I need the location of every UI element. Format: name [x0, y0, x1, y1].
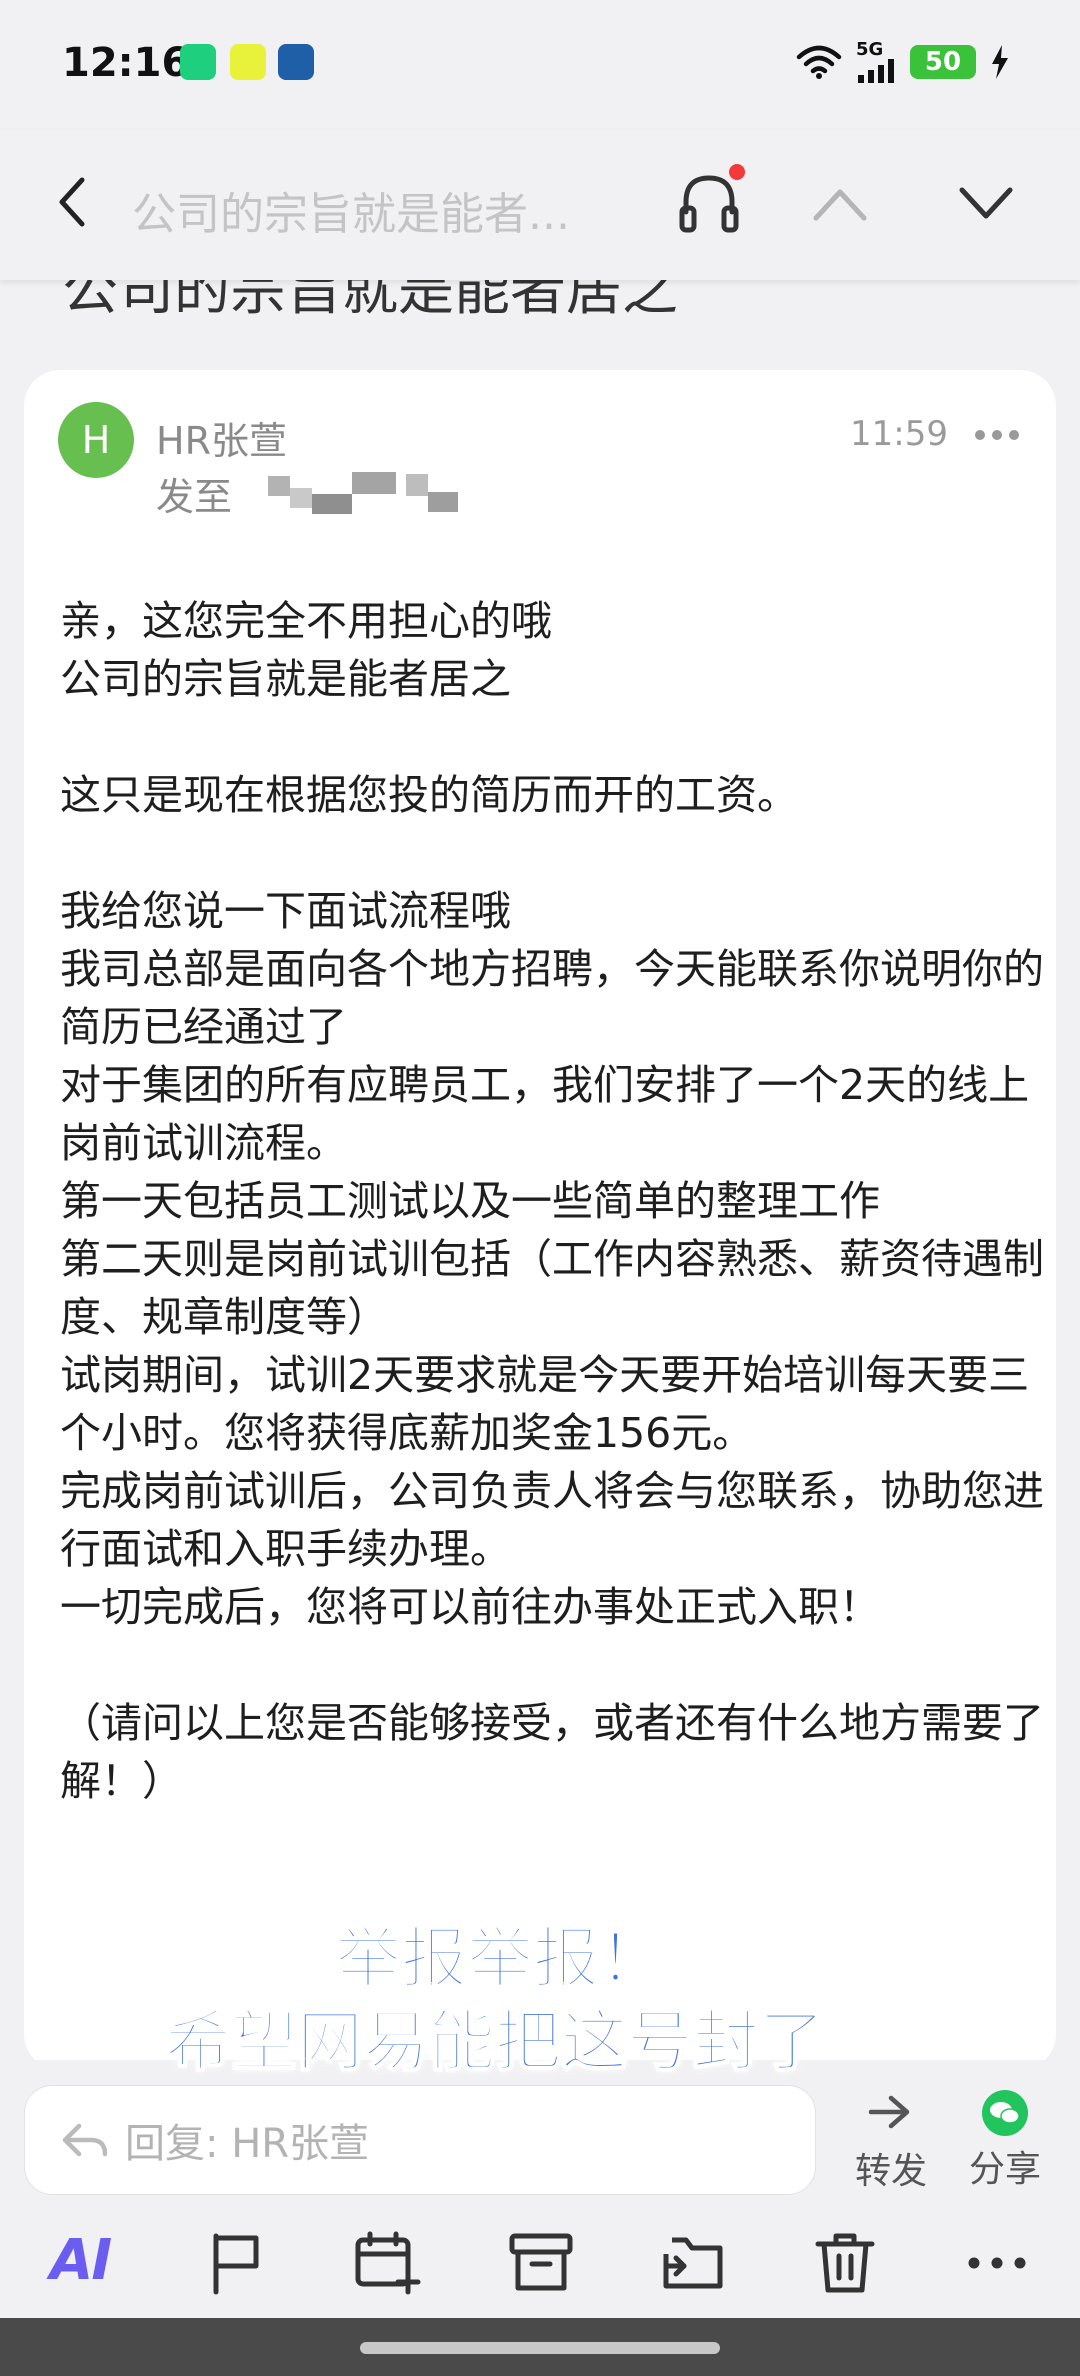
- redacted-recipient: [268, 470, 468, 514]
- calendar-add-icon[interactable]: [352, 2228, 422, 2298]
- archive-icon[interactable]: [506, 2228, 576, 2298]
- nav-title: 公司的宗旨就是能者...: [132, 189, 570, 240]
- body-paragraph: 第二天则是岗前试训包括（工作内容熟悉、薪资待遇制度、规章制度等）: [60, 1235, 1044, 1341]
- status-indicators: 5G 50: [796, 40, 1010, 84]
- cellular-indicator: 5G: [856, 41, 896, 83]
- reply-placeholder: 回复: HR张萱: [125, 2121, 370, 2167]
- battery-level: 50: [924, 47, 962, 77]
- email-time: 11:59: [850, 414, 948, 454]
- overlay-caption-line2: 希望网易能把这号封了: [164, 2002, 826, 2081]
- ai-button[interactable]: AI: [50, 2228, 112, 2293]
- headset-icon[interactable]: [676, 170, 742, 236]
- bottom-toolbar: AI: [0, 2210, 1080, 2318]
- sender-name[interactable]: HR张萱: [156, 410, 287, 465]
- next-mail-icon[interactable]: [958, 186, 1014, 222]
- reply-input[interactable]: 回复: HR张萱: [24, 2085, 816, 2195]
- body-paragraph: [60, 708, 1050, 766]
- body-paragraph: 第一天包括员工测试以及一些简单的整理工作: [60, 1177, 880, 1225]
- wifi-icon: [796, 45, 842, 79]
- email-body: 亲，这您完全不用担心的哦 公司的宗旨就是能者居之 这只是现在根据您投的简历而开的…: [60, 592, 1050, 1810]
- body-paragraph: 我给您说一下面试流程哦: [60, 887, 511, 935]
- previous-mail-icon[interactable]: [812, 186, 868, 222]
- trash-icon[interactable]: [810, 2228, 880, 2298]
- body-paragraph: 这只是现在根据您投的简历而开的工资。: [60, 771, 798, 819]
- network-type: 5G: [856, 39, 884, 60]
- back-icon[interactable]: [48, 172, 98, 232]
- battery-icon: 50: [910, 45, 976, 79]
- notification-dot: [729, 164, 745, 180]
- body-paragraph: （请问以上您是否能够接受，或者还有什么地方需要了解！）: [60, 1699, 1044, 1805]
- flag-icon[interactable]: [202, 2228, 272, 2298]
- body-paragraph: 我司总部是面向各个地方招聘，今天能联系你说明你的简历已经通过了: [60, 945, 1044, 1051]
- share-button[interactable]: 分享: [960, 2090, 1050, 2192]
- body-paragraph: 完成岗前试训后，公司负责人将会与您联系，协助您进行面试和入职手续办理。: [60, 1467, 1044, 1573]
- charging-icon: [992, 45, 1008, 79]
- avatar[interactable]: H: [58, 402, 134, 478]
- body-paragraph: 一切完成后，您将可以前往办事处正式入职！: [60, 1583, 880, 1631]
- overlay-caption-line1: 举报举报！: [334, 1919, 666, 1998]
- status-bar: 12:16 5G 50: [0, 0, 1080, 130]
- email-card: H HR张萱 发至 11:59 亲，这您完全不用担心的哦 公司的宗旨就是能者居之…: [24, 370, 1056, 2070]
- app-notification-icon: [180, 44, 216, 80]
- forward-button[interactable]: 转发: [846, 2090, 936, 2194]
- signal-icon: [858, 59, 894, 83]
- recipient-label: 发至: [156, 475, 233, 519]
- move-folder-icon[interactable]: [658, 2228, 728, 2298]
- home-indicator[interactable]: [360, 2342, 720, 2354]
- more-icon[interactable]: [962, 2228, 1032, 2298]
- body-paragraph: 试岗期间，试训2天要求就是今天要开始培训每天要三个小时。您将获得底薪加奖金156…: [60, 1351, 1030, 1457]
- body-paragraph: [60, 824, 1050, 882]
- status-time: 12:16: [62, 40, 190, 86]
- forward-icon: [868, 2095, 910, 2129]
- share-label: 分享: [968, 2149, 1041, 2190]
- body-paragraph: 公司的宗旨就是能者居之: [60, 655, 511, 703]
- body-paragraph: 对于集团的所有应聘员工，我们安排了一个2天的线上岗前试训流程。: [60, 1061, 1030, 1167]
- body-paragraph: 亲，这您完全不用担心的哦: [60, 597, 552, 645]
- more-options-icon[interactable]: [972, 420, 1022, 450]
- body-paragraph: [60, 1636, 1050, 1694]
- avatar-letter: H: [81, 418, 111, 462]
- wechat-icon: [982, 2090, 1028, 2136]
- home-indicator-area: [0, 2318, 1080, 2376]
- reply-icon: [62, 2123, 108, 2157]
- app-notification-icon: [278, 44, 314, 80]
- app-notification-icon: [230, 44, 266, 80]
- forward-label: 转发: [854, 2151, 927, 2192]
- nav-bar: 公司的宗旨就是能者...: [0, 130, 1080, 280]
